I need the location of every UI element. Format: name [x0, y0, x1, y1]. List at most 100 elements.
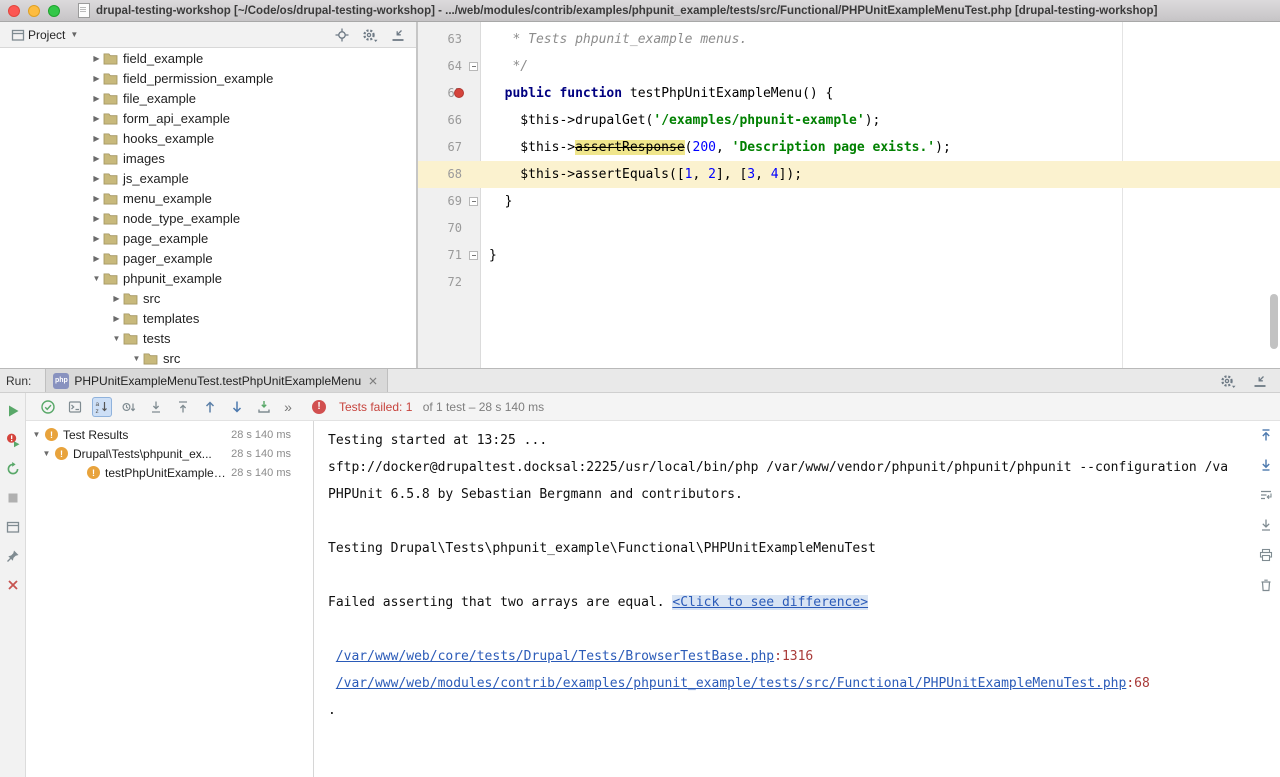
- close-tab-icon[interactable]: [366, 374, 380, 388]
- pin-tab-icon[interactable]: [3, 546, 23, 566]
- chevron-right-icon[interactable]: ▶: [90, 174, 103, 183]
- expand-all-icon[interactable]: [146, 397, 166, 417]
- console-line: /var/www/web/modules/contrib/examples/ph…: [328, 670, 1252, 697]
- project-tree-item[interactable]: ▶hooks_example: [0, 128, 416, 148]
- project-tree-item[interactable]: ▼tests: [0, 328, 416, 348]
- project-tree-item[interactable]: ▶field_permission_example: [0, 68, 416, 88]
- code-line[interactable]: 70: [418, 215, 1280, 242]
- scroll-from-source-icon[interactable]: [332, 25, 352, 45]
- run-tab-title: PHPUnitExampleMenuTest.testPhpUnitExampl…: [74, 374, 361, 388]
- stop-icon[interactable]: [3, 488, 23, 508]
- test-tree-item[interactable]: ▼!Drupal\Tests\phpunit_ex...28 s 140 ms: [26, 444, 313, 463]
- chevron-right-icon[interactable]: ▶: [90, 234, 103, 243]
- folder-icon: [103, 132, 122, 145]
- project-tree-item[interactable]: ▶form_api_example: [0, 108, 416, 128]
- project-tab-label[interactable]: Project: [28, 28, 65, 42]
- project-tree-item[interactable]: ▼src: [0, 348, 416, 368]
- sort-by-duration-icon[interactable]: [119, 397, 139, 417]
- zoom-window-button[interactable]: [48, 5, 60, 17]
- up-stack-trace-icon[interactable]: [1256, 425, 1276, 445]
- collapse-all-icon[interactable]: [173, 397, 193, 417]
- chevron-right-icon[interactable]: ▶: [90, 54, 103, 63]
- scroll-to-end-icon[interactable]: [1256, 515, 1276, 535]
- chevron-down-icon[interactable]: ▼: [40, 449, 53, 458]
- code-line[interactable]: 69 }: [418, 188, 1280, 215]
- test-duration: 28 s 140 ms: [231, 429, 313, 441]
- chevron-down-icon[interactable]: ▼: [90, 274, 103, 283]
- fold-marker-icon[interactable]: [469, 197, 478, 206]
- hide-passed-icon[interactable]: [38, 397, 58, 417]
- console-link[interactable]: /var/www/web/modules/contrib/examples/ph…: [336, 676, 1127, 691]
- chevron-right-icon[interactable]: ▶: [110, 294, 123, 303]
- test-failed-gutter-icon[interactable]: [454, 88, 464, 98]
- chevron-down-icon[interactable]: ▼: [130, 354, 143, 363]
- sort-alphabetically-icon[interactable]: az: [92, 397, 112, 417]
- project-tree-item[interactable]: ▶templates: [0, 308, 416, 328]
- project-tree-item[interactable]: ▶src: [0, 288, 416, 308]
- test-tree-item[interactable]: ▼!Test Results28 s 140 ms: [26, 425, 313, 444]
- code-line[interactable]: 71}: [418, 242, 1280, 269]
- hide-panel-icon[interactable]: [388, 25, 408, 45]
- soft-wrap-icon[interactable]: [1256, 485, 1276, 505]
- chevron-down-icon[interactable]: ▼: [70, 30, 78, 39]
- code-editor[interactable]: 63 * Tests phpunit_example menus.64 */65…: [417, 22, 1280, 368]
- run-tab[interactable]: php PHPUnitExampleMenuTest.testPhpUnitEx…: [45, 369, 388, 392]
- chevron-right-icon[interactable]: ▶: [90, 254, 103, 263]
- print-icon[interactable]: [1256, 545, 1276, 565]
- code-line[interactable]: 67 $this->assertResponse(200, 'Descripti…: [418, 134, 1280, 161]
- show-console-output-icon[interactable]: [65, 397, 85, 417]
- test-tree-item[interactable]: !testPhpUnitExampleM...28 s 140 ms: [26, 463, 313, 482]
- console-output[interactable]: Testing started at 13:25 ...sftp://docke…: [318, 421, 1252, 777]
- project-tree-item[interactable]: ▶node_type_example: [0, 208, 416, 228]
- chevron-right-icon[interactable]: ▶: [90, 194, 103, 203]
- close-window-button[interactable]: [8, 5, 20, 17]
- folder-icon: [143, 352, 162, 365]
- console-link[interactable]: <Click to see difference>: [672, 595, 868, 610]
- clear-console-icon[interactable]: [1256, 575, 1276, 595]
- chevron-right-icon[interactable]: ▶: [90, 134, 103, 143]
- chevron-right-icon[interactable]: ▶: [90, 214, 103, 223]
- project-tree-item[interactable]: ▶images: [0, 148, 416, 168]
- code-line[interactable]: 68 $this->assertEquals([1, 2], [3, 4]);: [418, 161, 1280, 188]
- project-tree-item[interactable]: ▶field_example: [0, 48, 416, 68]
- project-header-icons: [332, 25, 408, 45]
- close-icon[interactable]: [3, 575, 23, 595]
- fold-marker-icon[interactable]: [469, 62, 478, 71]
- minimize-window-button[interactable]: [28, 5, 40, 17]
- project-tree-item[interactable]: ▼phpunit_example: [0, 268, 416, 288]
- previous-failed-test-icon[interactable]: [200, 397, 220, 417]
- chevron-down-icon[interactable]: ▼: [110, 334, 123, 343]
- toggle-auto-test-icon[interactable]: [3, 459, 23, 479]
- chevron-right-icon[interactable]: ▶: [90, 154, 103, 163]
- chevron-right-icon[interactable]: ▶: [90, 74, 103, 83]
- code-line[interactable]: 65 public function testPhpUnitExampleMen…: [418, 80, 1280, 107]
- editor-scrollbar[interactable]: [1270, 294, 1278, 349]
- project-tree-item[interactable]: ▶js_example: [0, 168, 416, 188]
- restore-layout-icon[interactable]: [3, 517, 23, 537]
- code-line[interactable]: 64 */: [418, 53, 1280, 80]
- console-link[interactable]: /var/www/web/core/tests/Drupal/Tests/Bro…: [336, 649, 774, 664]
- chevron-down-icon[interactable]: ▼: [30, 430, 43, 439]
- project-tree-item[interactable]: ▶pager_example: [0, 248, 416, 268]
- fold-marker-icon[interactable]: [469, 251, 478, 260]
- code-line[interactable]: 66 $this->drupalGet('/examples/phpunit-e…: [418, 107, 1280, 134]
- settings-gear-icon[interactable]: [1218, 371, 1238, 391]
- chevron-right-icon[interactable]: ▶: [90, 114, 103, 123]
- folder-icon: [103, 92, 122, 105]
- import-test-results-icon[interactable]: [254, 397, 274, 417]
- more-actions-icon[interactable]: »: [281, 397, 295, 417]
- code-line[interactable]: 63 * Tests phpunit_example menus.: [418, 26, 1280, 53]
- test-item-label: testPhpUnitExampleM...: [105, 466, 231, 480]
- down-stack-trace-icon[interactable]: [1256, 455, 1276, 475]
- rerun-failed-tests-icon[interactable]: [3, 430, 23, 450]
- project-tree-item[interactable]: ▶menu_example: [0, 188, 416, 208]
- next-failed-test-icon[interactable]: [227, 397, 247, 417]
- project-tree-item[interactable]: ▶page_example: [0, 228, 416, 248]
- code-line[interactable]: 72: [418, 269, 1280, 296]
- chevron-right-icon[interactable]: ▶: [110, 314, 123, 323]
- rerun-tests-icon[interactable]: [3, 401, 23, 421]
- hide-panel-icon[interactable]: [1250, 371, 1270, 391]
- project-tree-item[interactable]: ▶file_example: [0, 88, 416, 108]
- chevron-right-icon[interactable]: ▶: [90, 94, 103, 103]
- settings-gear-icon[interactable]: [360, 25, 380, 45]
